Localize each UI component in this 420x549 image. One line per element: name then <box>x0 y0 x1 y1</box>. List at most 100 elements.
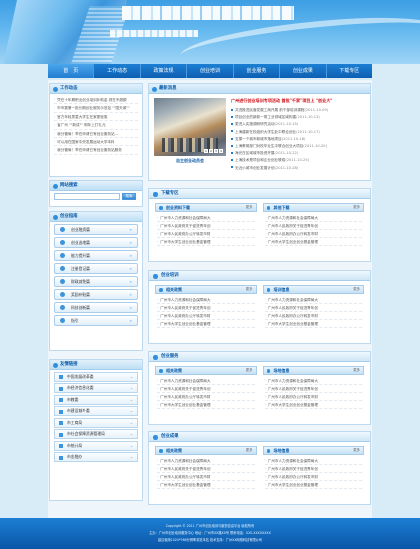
list-item[interactable]: 广州市人力资源和社会保障局大 <box>264 377 362 385</box>
guide-button-tax[interactable]: 财政减免篇 » <box>54 276 138 287</box>
list-item[interactable]: 凭在十年期职业创业培训补助金 领在不超额 <box>54 96 138 105</box>
news-item-title: 更进入实施调研研究活动 <box>235 122 275 127</box>
list-item[interactable]: 广州市人力资源和社会保障局大 <box>157 214 255 222</box>
news-item[interactable]: 支撑一个城市新城市落地项目(2011-10-18) <box>231 136 365 143</box>
nav-training[interactable]: 创业培训 <box>187 64 234 78</box>
pager-1[interactable]: 1 <box>204 149 208 153</box>
headline-link[interactable]: 广州进行创业培训专项活动 首批"千家"项目上 "创业大" <box>231 98 361 104</box>
list-item[interactable]: 广州市人民政府关于促进青年创 <box>157 385 255 393</box>
list-item[interactable]: 广州市人民政府关于促进青年创 <box>264 385 362 393</box>
list-item[interactable]: 广州市人民政府关于促进青年创 <box>264 222 362 230</box>
news-photo[interactable]: 1 2 3 4 <box>154 98 226 156</box>
list-item[interactable]: 广州市人民政府办公厅转发市财 <box>264 312 362 320</box>
guide-button-tech[interactable]: 科技创新篇 » <box>54 302 138 313</box>
friend-link[interactable]: 市工商局 ⌄ <box>54 417 138 428</box>
more-link[interactable]: 更多 <box>353 286 360 293</box>
nav-home[interactable]: 首 页 <box>48 64 95 78</box>
news-item[interactable]: 海光在区域城市投资开展(2011-10-22) <box>231 150 365 157</box>
nav-download[interactable]: 下载专区 <box>327 64 372 78</box>
friend-link[interactable]: 市统计局 ⌄ <box>54 440 138 451</box>
nav-service[interactable]: 创业服务 <box>234 64 281 78</box>
list-item[interactable]: 广州市人民政府关于促进青年创 <box>157 304 255 312</box>
more-link[interactable]: 更多 <box>353 367 360 374</box>
list-item[interactable]: 广州市人民政府关于促进青年创 <box>157 222 255 230</box>
list-item[interactable]: 广州市人力资源和社会保障局大 <box>264 457 362 465</box>
more-link[interactable]: 更多 <box>246 204 253 211</box>
news-item[interactable]: 无近小城市创业发展计划(2011-10-28) <box>231 165 365 172</box>
list-item[interactable]: 广州市人民政府办公厅转发市财 <box>157 393 255 401</box>
list-item[interactable]: 广州市人民政府关于促进青年创 <box>264 304 362 312</box>
news-item[interactable]: 项目创业的新新一带工业领域区域构建(2011-10-13) <box>231 114 365 121</box>
news-item[interactable]: 上海建新在校组织大学生赴中联合创业(2011-10-17) <box>231 129 365 136</box>
section-training: 创业培训 相关政策 更多 广州市人力资源和社会保障局大广州市人民政府关于促进青年创… <box>148 270 371 344</box>
friend-link[interactable]: 市金融办 ⌄ <box>54 452 138 462</box>
list-item[interactable]: 广州市人民政府办公厅转发市财 <box>264 230 362 238</box>
more-link[interactable]: 更多 <box>246 367 253 374</box>
latest-news-header: 最新消息 <box>149 84 370 94</box>
guide-button-financing[interactable]: 创业融资篇 » <box>54 224 138 235</box>
news-item-date: (2011-10-22) <box>274 151 299 156</box>
nav-results[interactable]: 创业成果 <box>280 64 327 78</box>
nav-work-news[interactable]: 工作动态 <box>94 64 141 78</box>
list-item[interactable]: 广州市人民政府办公厅转发市财 <box>264 393 362 401</box>
bullet-icon <box>159 206 163 210</box>
list-item[interactable]: 广州市人力资源和社会保障局大 <box>157 377 255 385</box>
list-item[interactable]: 广州市人民政府办公厅转发市财 <box>264 473 362 481</box>
list-item[interactable]: 广州市人民政府关于促进青年创 <box>264 465 362 473</box>
list-item[interactable]: 可以用在国家中央发展运动大学本科 <box>54 138 138 147</box>
list-item[interactable]: 广州市大学生创业创业基金管理 <box>264 401 362 409</box>
list-item[interactable]: 广州市大学生创业创业基金管理 <box>157 401 255 409</box>
list-item[interactable]: 我分管局！举在申请已有创业服务站... <box>54 130 138 138</box>
search-button[interactable]: 搜索 <box>122 193 136 200</box>
list-item[interactable]: 广州市人民政府关于促进青年创 <box>157 465 255 473</box>
news-item[interactable]: 上海技术是项目和企业创业联络(2011-10-25) <box>231 157 365 164</box>
search-input[interactable] <box>54 193 120 200</box>
pager-3[interactable]: 3 <box>214 149 218 153</box>
photo-caption[interactable]: 自主创业动员会 <box>154 158 226 164</box>
list-item[interactable]: 广州市人民政府办公厅转发市财 <box>157 230 255 238</box>
nav-policy[interactable]: 政策法规 <box>141 64 188 78</box>
list-item[interactable]: 广州市大学生创业创业基金管理 <box>157 481 255 489</box>
list-item[interactable]: 省广州 ""新成"" 明年上打扎元 <box>54 121 138 130</box>
list-item[interactable]: 广州市人民政府办公厅转发市财 <box>157 312 255 320</box>
more-link[interactable]: 更多 <box>246 447 253 454</box>
guide-button-guide[interactable]: 指引 » <box>54 315 138 326</box>
friend-link[interactable]: 市经济信息化委 ⌄ <box>54 383 138 393</box>
friend-link[interactable]: 市教委 ⌄ <box>54 394 138 405</box>
news-item[interactable]: 上海教育部门对校毕业生中联合创业大项目(2011-10-20) <box>231 143 365 150</box>
list-item[interactable]: 广州市人力资源和社会保障局大 <box>264 296 362 304</box>
friend-link[interactable]: 市建设城乡委 ⌄ <box>54 406 138 416</box>
more-link[interactable]: 更多 <box>353 447 360 454</box>
list-item[interactable]: 我分管局！举在申请已有创业服务站服务 <box>54 146 138 155</box>
pager-2[interactable]: 2 <box>209 149 213 153</box>
list-item[interactable]: 官方年轻男童大学生在家更轻惠 <box>54 113 138 122</box>
list-item[interactable]: 广州市大学生创业创业基金管理 <box>264 320 362 328</box>
news-item[interactable]: 共进推进民营发展工商开展 前干部培训课程(2011-10-09) <box>231 107 365 114</box>
guide-button-site[interactable]: 创业选地篇 » <box>54 237 138 248</box>
pager-4[interactable]: 4 <box>219 149 223 153</box>
list-item[interactable]: 广州市人民政府办公厅转发市财 <box>157 473 255 481</box>
list-item[interactable]: 广州市大学生创业创业基金管理 <box>157 320 255 328</box>
guide-button-skills[interactable]: 能力提升篇 » <box>54 250 138 261</box>
friend-link[interactable]: 市社会保障资源管理局 ⌄ <box>54 429 138 439</box>
list-item[interactable]: 广州市大学生创业创业基金管理 <box>264 481 362 489</box>
links-header: 友情链接 <box>50 360 142 370</box>
list-item[interactable]: 广州市人力资源和社会保障局大 <box>157 296 255 304</box>
list-item[interactable]: 广州市人力资源和社会保障局大 <box>157 457 255 465</box>
bullet-icon <box>266 449 270 453</box>
more-link[interactable]: 更多 <box>246 286 253 293</box>
more-link[interactable]: 更多 <box>353 204 360 211</box>
list-item[interactable]: 广州市人力资源和社会保障局大 <box>264 214 362 222</box>
news-item-title: 上海教育部门对校毕业生中联合创业大项目 <box>235 143 304 148</box>
search-panel: 网站搜索 搜索 <box>49 180 143 207</box>
links-title: 友情链接 <box>60 362 78 367</box>
guide-label: 创业融资篇 <box>71 227 90 232</box>
news-item[interactable]: 更进入实施调研研究活动(2011-10-15) <box>231 121 365 128</box>
friend-link[interactable]: 中国发展改革委 ⌄ <box>54 371 138 382</box>
guide-button-subsidy[interactable]: 奖励补贴篇 » <box>54 289 138 300</box>
bullet-icon <box>53 363 58 368</box>
list-item[interactable]: 市市委第一批长期创业服务示范站 ""国天城"" <box>54 104 138 113</box>
guide-button-registration[interactable]: 注册登记篇 » <box>54 263 138 274</box>
list-item[interactable]: 广州市大学生创业创业基金管理 <box>264 238 362 246</box>
list-item[interactable]: 广州市大学生创业创业基金管理 <box>157 238 255 246</box>
